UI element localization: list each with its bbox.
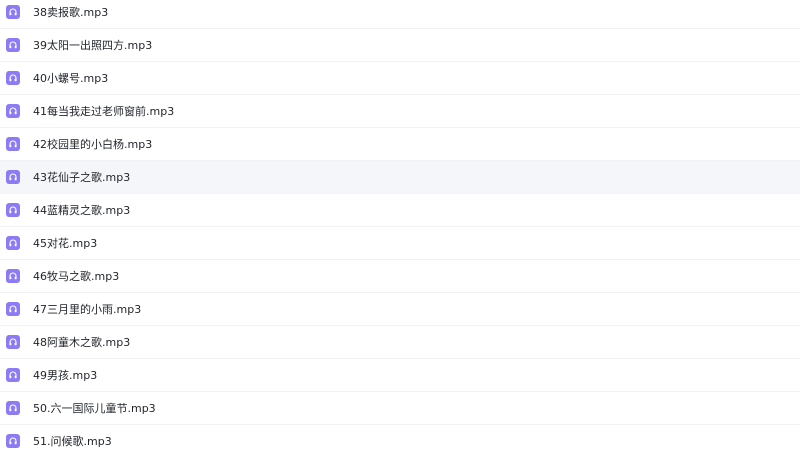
audio-file-icon <box>6 203 20 217</box>
file-name: 40小螺号.mp3 <box>33 71 109 85</box>
list-item[interactable]: 44蓝精灵之歌.mp3 <box>0 194 800 227</box>
file-name: 50.六一国际儿童节.mp3 <box>33 401 156 415</box>
audio-file-icon <box>6 335 20 349</box>
file-name: 42校园里的小白杨.mp3 <box>33 137 153 151</box>
list-item[interactable]: 39太阳一出照四方.mp3 <box>0 29 800 62</box>
list-item[interactable]: 46牧马之歌.mp3 <box>0 260 800 293</box>
audio-file-icon <box>6 38 20 52</box>
list-item[interactable]: 42校园里的小白杨.mp3 <box>0 128 800 161</box>
audio-file-icon <box>6 137 20 151</box>
audio-file-icon <box>6 302 20 316</box>
list-item[interactable]: 51.问候歌.mp3 <box>0 425 800 450</box>
list-item[interactable]: 43花仙子之歌.mp3 <box>0 161 800 194</box>
audio-file-icon <box>6 104 20 118</box>
audio-file-icon <box>6 236 20 250</box>
audio-file-icon <box>6 170 20 184</box>
audio-file-icon <box>6 368 20 382</box>
list-item[interactable]: 38卖报歌.mp3 <box>0 0 800 29</box>
list-item[interactable]: 45对花.mp3 <box>0 227 800 260</box>
audio-file-icon <box>6 269 20 283</box>
audio-file-icon <box>6 434 20 448</box>
file-name: 44蓝精灵之歌.mp3 <box>33 203 131 217</box>
list-item[interactable]: 41每当我走过老师窗前.mp3 <box>0 95 800 128</box>
file-name: 43花仙子之歌.mp3 <box>33 170 131 184</box>
audio-file-icon <box>6 401 20 415</box>
list-item[interactable]: 40小螺号.mp3 <box>0 62 800 95</box>
file-name: 39太阳一出照四方.mp3 <box>33 38 153 52</box>
list-item[interactable]: 49男孩.mp3 <box>0 359 800 392</box>
file-name: 51.问候歌.mp3 <box>33 434 112 448</box>
audio-file-icon <box>6 5 20 19</box>
list-item[interactable]: 47三月里的小雨.mp3 <box>0 293 800 326</box>
audio-file-icon <box>6 71 20 85</box>
file-name: 46牧马之歌.mp3 <box>33 269 120 283</box>
file-name: 38卖报歌.mp3 <box>33 5 109 19</box>
file-list: 38卖报歌.mp3 39太阳一出照四方.mp3 40小螺号.mp3 41每当我走… <box>0 0 800 448</box>
list-item[interactable]: 48阿童木之歌.mp3 <box>0 326 800 359</box>
file-name: 41每当我走过老师窗前.mp3 <box>33 104 175 118</box>
file-name: 45对花.mp3 <box>33 236 98 250</box>
file-name: 49男孩.mp3 <box>33 368 98 382</box>
list-item[interactable]: 50.六一国际儿童节.mp3 <box>0 392 800 425</box>
file-name: 47三月里的小雨.mp3 <box>33 302 142 316</box>
file-name: 48阿童木之歌.mp3 <box>33 335 131 349</box>
